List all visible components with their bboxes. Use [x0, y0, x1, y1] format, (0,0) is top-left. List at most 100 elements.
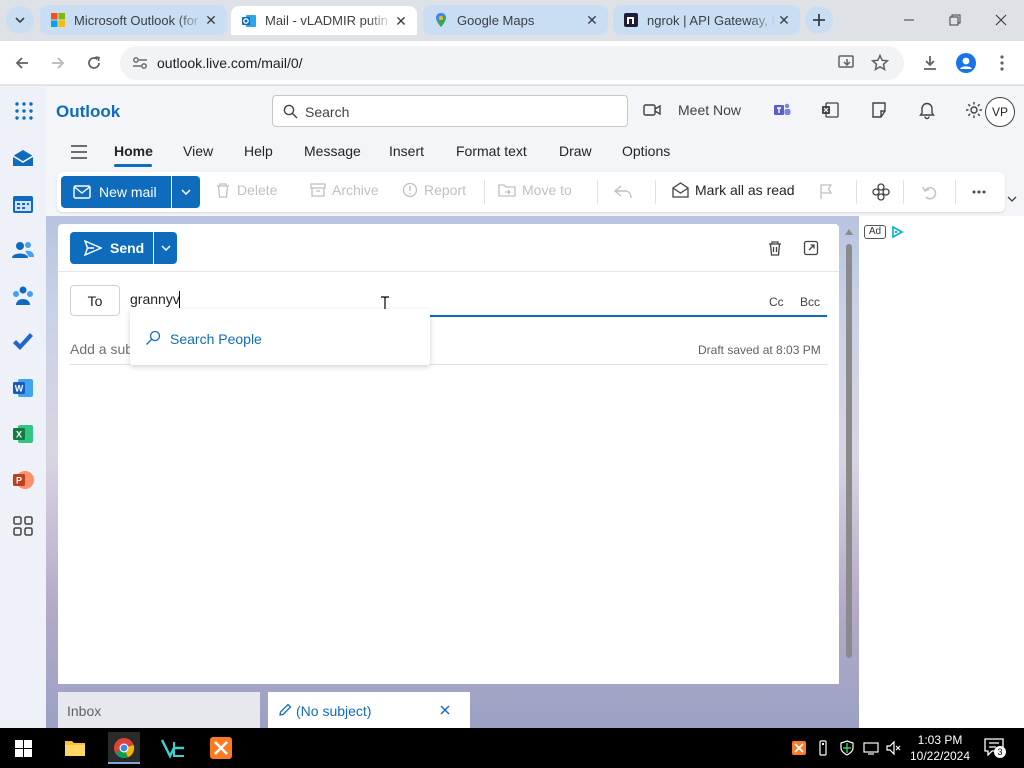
- close-icon[interactable]: ✕: [393, 13, 409, 29]
- move-to-button[interactable]: Move to: [498, 182, 572, 198]
- volume-muted-icon[interactable]: [886, 740, 902, 756]
- browser-tab-mail[interactable]: Mail - vLADMIR putin ✕: [231, 6, 417, 35]
- pop-out-icon[interactable]: [803, 240, 819, 256]
- clock-time: 1:03 PM: [917, 733, 963, 747]
- usb-device-icon[interactable]: [815, 740, 831, 756]
- cc-button[interactable]: Cc: [769, 295, 784, 309]
- minimize-button[interactable]: [895, 6, 923, 34]
- app-launcher-icon[interactable]: [15, 102, 33, 120]
- address-bar[interactable]: outlook.live.com/mail/0/: [120, 46, 904, 80]
- todo-icon[interactable]: [11, 330, 35, 354]
- send-button[interactable]: Send: [70, 232, 153, 264]
- apps-icon[interactable]: [872, 183, 890, 201]
- tab-title: Microsoft Outlook (for: [74, 12, 199, 28]
- calendar-icon[interactable]: [11, 192, 35, 216]
- close-icon[interactable]: ✕: [776, 12, 792, 28]
- new-mail-dropdown[interactable]: [172, 176, 200, 208]
- tab-draw[interactable]: Draw: [559, 143, 592, 159]
- report-button[interactable]: Report: [402, 182, 466, 198]
- mark-all-read-label: Mark all as read: [695, 182, 795, 198]
- notification-center[interactable]: 3: [984, 738, 1006, 758]
- more-options-icon[interactable]: [972, 190, 986, 194]
- svg-text:P: P: [16, 476, 22, 486]
- delete-button[interactable]: Delete: [215, 182, 277, 198]
- browser-tab-outlook-microsoft[interactable]: Microsoft Outlook (for ✕: [40, 5, 227, 35]
- close-icon[interactable]: [440, 705, 450, 715]
- adchoices-icon[interactable]: [890, 225, 904, 239]
- search-people-option[interactable]: Search People: [170, 331, 262, 347]
- notes-icon[interactable]: [870, 100, 890, 120]
- back-button[interactable]: [8, 49, 36, 77]
- meet-now-button[interactable]: Meet Now: [678, 102, 741, 118]
- bell-icon[interactable]: [917, 100, 937, 120]
- tab-title: Google Maps: [457, 12, 535, 28]
- undo-icon[interactable]: [921, 184, 937, 200]
- divider: [655, 180, 656, 204]
- gear-icon[interactable]: [964, 100, 984, 120]
- system-clock[interactable]: 1:03 PM 10/22/2024: [905, 732, 975, 764]
- downloads-button[interactable]: [916, 49, 944, 77]
- mark-all-read-button[interactable]: Mark all as read: [672, 182, 795, 198]
- security-shield-icon[interactable]: [839, 740, 855, 756]
- search-input[interactable]: Search: [272, 95, 628, 127]
- close-icon[interactable]: ✕: [584, 12, 600, 28]
- teams-icon[interactable]: [772, 100, 792, 120]
- bcc-button[interactable]: Bcc: [800, 295, 820, 309]
- xampp-icon[interactable]: [209, 736, 233, 760]
- xampp-tray-icon[interactable]: [791, 740, 807, 756]
- scroll-up-icon[interactable]: [845, 229, 853, 235]
- discard-trash-icon[interactable]: [767, 240, 783, 256]
- tab-search-button[interactable]: [6, 6, 34, 34]
- profile-button[interactable]: [952, 49, 980, 77]
- reload-button[interactable]: [80, 49, 108, 77]
- tab-options[interactable]: Options: [622, 143, 670, 159]
- hamburger-menu-icon[interactable]: [70, 145, 88, 159]
- excel-icon[interactable]: X: [11, 422, 35, 446]
- powerpoint-icon[interactable]: P: [11, 468, 35, 492]
- groups-icon[interactable]: [11, 284, 35, 308]
- new-tab-button[interactable]: [805, 6, 833, 34]
- tab-format-text[interactable]: Format text: [456, 143, 527, 159]
- browser-tab-maps[interactable]: Google Maps ✕: [423, 5, 608, 35]
- flag-icon[interactable]: [819, 184, 833, 200]
- close-icon[interactable]: ✕: [203, 12, 219, 28]
- network-icon[interactable]: [863, 740, 879, 756]
- archive-button[interactable]: Archive: [310, 182, 379, 198]
- browser-tab-ngrok[interactable]: ngrok | API Gateway, I ✕: [613, 5, 800, 35]
- scrollbar[interactable]: [846, 244, 852, 658]
- tab-message[interactable]: Message: [304, 143, 361, 159]
- tab-insert[interactable]: Insert: [389, 143, 424, 159]
- tab-home[interactable]: Home: [114, 143, 153, 159]
- chrome-taskbar-item[interactable]: [108, 732, 140, 764]
- to-recipient-input[interactable]: grannyv: [130, 291, 180, 307]
- ngrok-icon: [624, 13, 638, 27]
- windows-start-icon[interactable]: [15, 740, 32, 757]
- send-options-dropdown[interactable]: [154, 232, 177, 264]
- vs-code-like-icon[interactable]: [160, 736, 186, 760]
- expand-ribbon-icon[interactable]: [1007, 196, 1017, 202]
- ad-badge: Ad: [864, 225, 886, 239]
- reply-icon[interactable]: [614, 185, 632, 199]
- inbox-tab[interactable]: Inbox: [58, 692, 260, 728]
- excel-online-icon[interactable]: [820, 100, 840, 120]
- tab-view[interactable]: View: [183, 143, 213, 159]
- people-icon[interactable]: [11, 238, 35, 262]
- tab-help[interactable]: Help: [244, 143, 273, 159]
- outlook-brand[interactable]: Outlook: [56, 102, 120, 122]
- forward-button[interactable]: [44, 49, 72, 77]
- word-icon[interactable]: W: [11, 376, 35, 400]
- file-explorer-icon[interactable]: [64, 738, 86, 758]
- new-mail-button[interactable]: New mail: [61, 176, 171, 208]
- mail-icon[interactable]: [11, 146, 35, 170]
- close-window-button[interactable]: [987, 6, 1015, 34]
- restore-button[interactable]: [941, 6, 969, 34]
- install-app-icon[interactable]: [838, 55, 856, 71]
- more-apps-icon[interactable]: [11, 514, 35, 538]
- svg-text:X: X: [16, 430, 22, 440]
- avatar[interactable]: VP: [985, 97, 1015, 127]
- bookmark-star-icon[interactable]: [871, 54, 889, 72]
- to-button[interactable]: To: [70, 285, 120, 316]
- draft-tab[interactable]: (No subject): [268, 692, 470, 728]
- video-camera-icon[interactable]: [642, 100, 662, 120]
- browser-menu-button[interactable]: [988, 49, 1016, 77]
